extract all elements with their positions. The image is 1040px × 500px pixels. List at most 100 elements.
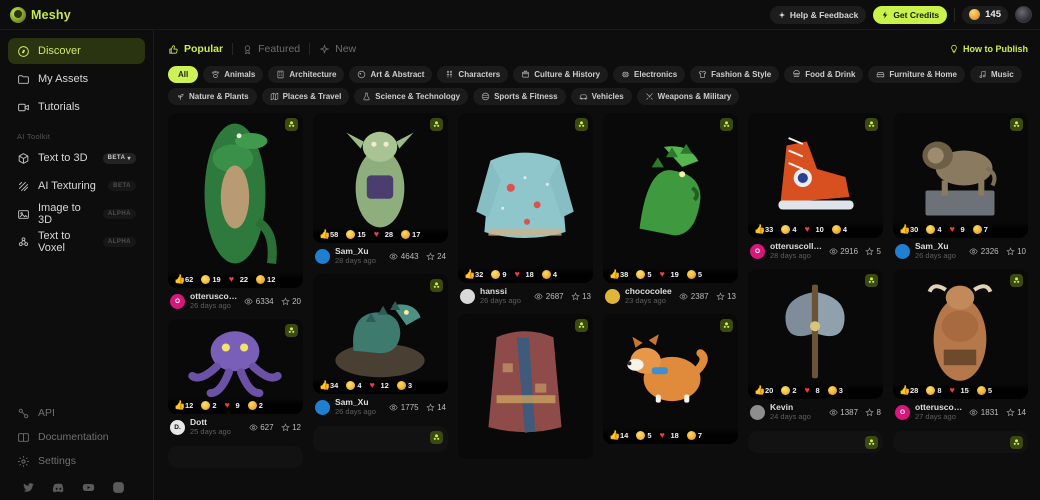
reaction-thumbsup[interactable]: 👍 62	[170, 275, 197, 285]
reaction-thumbsup[interactable]: 👍 34	[315, 381, 342, 391]
reaction-lol[interactable]: 7	[969, 225, 992, 234]
reaction-heart[interactable]: ♥ 8	[801, 386, 824, 396]
asset-card[interactable]: 👍 58 15 ♥ 28 17 Sam_Xu 28 days ago 4643 24	[313, 113, 448, 267]
user-avatar[interactable]	[1015, 6, 1032, 23]
reaction-bar[interactable]: 👍 38 5 ♥ 19 5	[603, 267, 738, 283]
asset-card[interactable]: 👍 62 19 ♥ 22 12 Ootteruscoll... 26 days ago 6334…	[168, 113, 303, 312]
author-avatar[interactable]: D.	[170, 420, 185, 436]
asset-card[interactable]: 👍 14 5 ♥ 18 7	[603, 314, 738, 445]
reaction-heart[interactable]: ♥ 18	[656, 431, 683, 441]
reaction-heart[interactable]: ♥ 22	[225, 275, 252, 285]
author-avatar[interactable]	[895, 243, 910, 259]
reaction-thumbsup[interactable]: 👍 12	[170, 401, 197, 411]
reaction-lol[interactable]: 5	[683, 270, 706, 279]
asset-thumbnail[interactable]	[313, 425, 448, 452]
instagram-icon[interactable]	[112, 481, 125, 494]
asset-thumbnail[interactable]: 👍 32 9 ♥ 18 4	[458, 113, 593, 283]
sidebar-item-discover[interactable]: Discover	[8, 38, 145, 64]
asset-card[interactable]	[748, 430, 883, 453]
chip-animals[interactable]: Animals	[203, 66, 264, 83]
chip-art-abstract[interactable]: Art & Abstract	[349, 66, 433, 83]
asset-card[interactable]	[168, 445, 303, 468]
reaction-smile[interactable]: 4	[342, 381, 365, 391]
reaction-thumbsup[interactable]: 👍 33	[750, 225, 777, 235]
reaction-smile[interactable]: 8	[922, 386, 945, 396]
reaction-heart[interactable]: ♥ 15	[946, 386, 973, 396]
reaction-smile[interactable]: 4	[777, 225, 800, 234]
credits-indicator[interactable]: 145	[962, 5, 1008, 24]
reaction-lol[interactable]: 2	[244, 401, 267, 411]
sidebar-item-my-assets[interactable]: My Assets	[8, 66, 145, 92]
chip-science-technology[interactable]: Science & Technology	[354, 88, 469, 105]
author-avatar[interactable]: O	[895, 405, 910, 421]
star-count[interactable]: 24	[425, 252, 446, 261]
asset-thumbnail[interactable]: 👍 30 4 ♥ 9 7	[893, 113, 1028, 238]
reaction-bar[interactable]: 👍 58 15 ♥ 28 17	[313, 227, 448, 243]
reaction-bar[interactable]: 👍 30 4 ♥ 9 7	[893, 222, 1028, 238]
asset-thumbnail[interactable]	[168, 445, 303, 468]
asset-thumbnail[interactable]: 👍 28 8 ♥ 15 5	[893, 269, 1028, 400]
twitter-icon[interactable]	[22, 481, 35, 494]
chip-sports-fitness[interactable]: Sports & Fitness	[473, 88, 566, 105]
tab-new[interactable]: New	[310, 43, 365, 55]
reaction-lol[interactable]: 17	[397, 230, 424, 239]
asset-thumbnail[interactable]	[893, 430, 1028, 453]
asset-thumbnail[interactable]: 👍 33 4 ♥ 10 4	[748, 113, 883, 238]
reaction-smile[interactable]: 19	[197, 275, 224, 284]
reaction-bar[interactable]: 👍 14 5 ♥ 18 7	[603, 428, 738, 445]
reaction-lol[interactable]: 3	[824, 386, 847, 396]
sidebar-item-text-to-3d[interactable]: Text to 3D BETA ▾	[8, 145, 145, 171]
star-count[interactable]: 13	[715, 292, 736, 301]
reaction-heart[interactable]: ♥ 9	[946, 225, 969, 235]
sidebar-item-tutorials[interactable]: Tutorials	[8, 94, 145, 120]
reaction-bar[interactable]: 👍 32 9 ♥ 18 4	[458, 267, 593, 283]
author-avatar[interactable]	[315, 400, 330, 416]
reaction-lol[interactable]: 4	[828, 225, 851, 234]
help-feedback-button[interactable]: Help & Feedback	[769, 5, 867, 24]
reaction-smile[interactable]: 5	[632, 270, 655, 279]
author-avatar[interactable]: O	[750, 243, 765, 259]
reaction-thumbsup[interactable]: 👍 30	[895, 225, 922, 235]
sidebar-item-image-to-3d[interactable]: Image to 3D ALPHA	[8, 201, 145, 227]
author-avatar[interactable]	[605, 288, 620, 304]
sidebar-item-ai-texturing[interactable]: AI Texturing BETA	[8, 173, 145, 199]
chip-characters[interactable]: Characters	[437, 66, 509, 83]
asset-card[interactable]: 👍 20 2 ♥ 8 3 Kevin 24 days ago 1387 8	[748, 269, 883, 423]
reaction-lol[interactable]: 5	[973, 386, 996, 396]
star-count[interactable]: 14	[425, 403, 446, 412]
chip-places-travel[interactable]: Places & Travel	[261, 88, 350, 105]
reaction-heart[interactable]: ♥ 12	[366, 381, 393, 391]
author-avatar[interactable]	[315, 248, 330, 264]
author-avatar[interactable]	[460, 288, 475, 304]
reaction-bar[interactable]: 👍 20 2 ♥ 8 3	[748, 383, 883, 400]
asset-card[interactable]: 👍 30 4 ♥ 9 7 Sam_Xu 26 days ago 2326 10	[893, 113, 1028, 262]
asset-card[interactable]: 👍 38 5 ♥ 19 5 chococolee 23 days ago 2387 13	[603, 113, 738, 307]
chip-nature-plants[interactable]: Nature & Plants	[168, 88, 257, 105]
reaction-bar[interactable]: 👍 34 4 ♥ 12 3	[313, 378, 448, 395]
reaction-lol[interactable]: 7	[683, 431, 706, 441]
reaction-lol[interactable]: 3	[393, 381, 416, 391]
reaction-smile[interactable]: 4	[922, 225, 945, 234]
chip-weapons-military[interactable]: Weapons & Military	[636, 88, 740, 105]
brand-logo-group[interactable]: Meshy	[10, 6, 71, 23]
asset-thumbnail[interactable]	[458, 314, 593, 460]
asset-thumbnail[interactable]: 👍 20 2 ♥ 8 3	[748, 269, 883, 400]
reaction-bar[interactable]: 👍 28 8 ♥ 15 5	[893, 383, 1028, 400]
sidebar-item-api[interactable]: API	[8, 401, 145, 425]
reaction-smile[interactable]: 2	[777, 386, 800, 396]
chip-culture-history[interactable]: Culture & History	[513, 66, 609, 83]
reaction-heart[interactable]: ♥ 10	[801, 225, 828, 235]
asset-thumbnail[interactable]: 👍 62 19 ♥ 22 12	[168, 113, 303, 288]
reaction-lol[interactable]: 4	[538, 270, 561, 279]
youtube-icon[interactable]	[82, 481, 95, 494]
reaction-bar[interactable]: 👍 12 2 ♥ 9 2	[168, 398, 303, 415]
asset-card[interactable]	[458, 314, 593, 460]
reaction-thumbsup[interactable]: 👍 14	[605, 431, 632, 441]
reaction-heart[interactable]: ♥ 19	[656, 270, 683, 280]
asset-thumbnail[interactable]	[748, 430, 883, 453]
star-count[interactable]: 14	[1005, 408, 1026, 417]
reaction-heart[interactable]: ♥ 28	[370, 230, 397, 240]
asset-thumbnail[interactable]: 👍 12 2 ♥ 9 2	[168, 319, 303, 415]
sidebar-item-documentation[interactable]: Documentation	[8, 425, 145, 449]
star-count[interactable]: 20	[280, 297, 301, 306]
